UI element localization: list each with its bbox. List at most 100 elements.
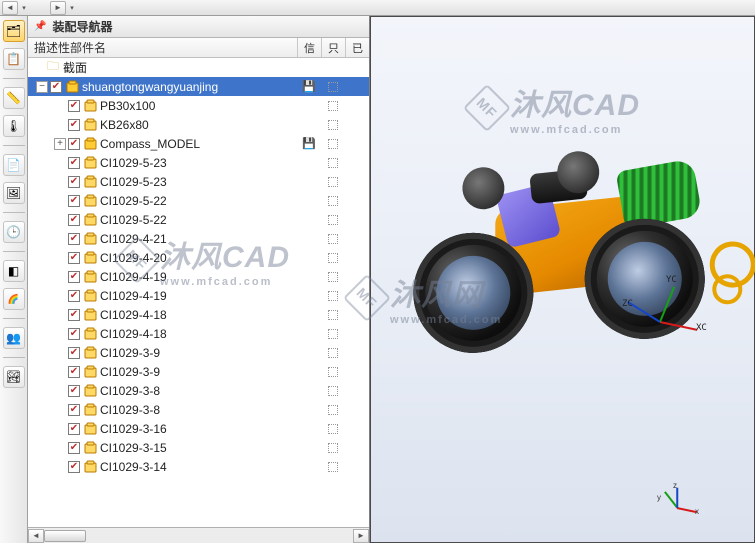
visibility-checkbox[interactable]: ✔ [68,290,80,302]
tree-hscrollbar[interactable]: ◄ ► [28,527,369,543]
visibility-checkbox[interactable]: ✔ [68,328,80,340]
component-icon [83,118,97,132]
tab-history[interactable]: 🕒 [3,221,25,243]
visibility-checkbox[interactable]: ✔ [68,309,80,321]
tab-assembly-navigator[interactable]: 🗂 [3,20,25,42]
tree-row[interactable]: ✔CI1029-5-23 [28,172,369,191]
tree-label: shuangtongwangyuanjing [82,80,297,94]
visibility-checkbox[interactable]: ✔ [68,252,80,264]
tree-row[interactable]: ✔CI1029-3-8 [28,381,369,400]
column-loaded[interactable]: 已 [345,38,369,57]
tab-color-bar[interactable]: 🌈 [3,288,25,310]
separator [3,251,25,252]
readonly-cell [321,443,345,453]
tree-view[interactable]: 🗀截面−✔shuangtongwangyuanjing💾✔PB30x100✔KB… [28,58,369,527]
tree-row[interactable]: ✔CI1029-4-19 [28,267,369,286]
component-icon [83,460,97,474]
component-icon [83,289,97,303]
visibility-checkbox[interactable]: ✔ [68,461,80,473]
tree-row[interactable]: ✔CI1029-3-8 [28,400,369,419]
visibility-checkbox[interactable]: ✔ [68,442,80,454]
tab-roles[interactable]: 👥 [3,327,25,349]
tree-label: CI1029-4-21 [100,232,297,246]
visibility-checkbox[interactable]: ✔ [68,176,80,188]
hscroll-track[interactable] [44,529,353,543]
hscroll-right[interactable]: ► [353,529,369,543]
tree-row[interactable]: ✔PB30x100 [28,96,369,115]
pin-icon[interactable]: 📌 [34,21,46,32]
visibility-checkbox[interactable]: ✔ [68,385,80,397]
tab-scroll-right-menu[interactable]: ▾ [66,1,78,15]
axis-y[interactable] [659,286,675,322]
assembly-icon [83,137,97,151]
hscroll-left[interactable]: ◄ [28,529,44,543]
readonly-cell [321,139,345,149]
tree-row[interactable]: ✔CI1029-5-23 [28,153,369,172]
tree-row[interactable]: ✔ KB26x80 [28,115,369,134]
component-icon [83,213,97,227]
tree-row[interactable]: −✔shuangtongwangyuanjing💾 [28,77,369,96]
tab-scroll-left-menu[interactable]: ▾ [18,1,30,15]
tree-row-section[interactable]: 🗀截面 [28,58,369,77]
visibility-checkbox[interactable]: ✔ [68,119,80,131]
visibility-checkbox[interactable]: ✔ [50,81,62,93]
tree-row[interactable]: ✔ CI1029-5-22 [28,210,369,229]
visibility-checkbox[interactable]: ✔ [68,157,80,169]
model-lens-l [433,252,514,333]
tree-row[interactable]: ✔CI1029-3-14 [28,457,369,476]
visibility-checkbox[interactable]: ✔ [68,233,80,245]
tab-sheet[interactable]: 📄 [3,154,25,176]
navigator-columns: 描述性部件名 信 只 已 [28,38,369,58]
visibility-checkbox[interactable]: ✔ [68,138,80,150]
visibility-checkbox[interactable]: ✔ [68,214,80,226]
tree-row[interactable]: ✔ CI1029-4-21 [28,229,369,248]
visibility-checkbox[interactable]: ✔ [68,366,80,378]
tree-row[interactable]: ✔CI1029-4-18 [28,305,369,324]
tree-row[interactable]: ✔ CI1029-4-20 [28,248,369,267]
tree-row[interactable]: ✔CI1029-3-15 [28,438,369,457]
column-readonly[interactable]: 只 [321,38,345,57]
tab-image[interactable]: 🏞 [3,366,25,388]
tree-row[interactable]: ✔CI1029-3-16 [28,419,369,438]
component-icon [83,365,97,379]
tab-render[interactable]: 🖼 [3,182,25,204]
visibility-checkbox[interactable]: ✔ [68,404,80,416]
visibility-checkbox[interactable]: ✔ [68,195,80,207]
tree-label: CI1029-5-22 [100,213,297,227]
expand-toggle[interactable]: − [36,81,48,93]
visibility-checkbox[interactable]: ✔ [68,347,80,359]
visibility-checkbox[interactable]: ✔ [68,423,80,435]
tree-row[interactable]: +✔Compass_MODEL💾 [28,134,369,153]
readonly-cell [321,253,345,263]
tab-shade[interactable]: ◧ [3,260,25,282]
tab-constraint[interactable]: 📏 [3,87,25,109]
tab-part-navigator[interactable]: 📋 [3,48,25,70]
tree-row[interactable]: ✔CI1029-3-9 [28,343,369,362]
tree-label: CI1029-4-19 [100,289,297,303]
tree-label: KB26x80 [100,118,297,132]
tree-row[interactable]: ✔CI1029-4-18 [28,324,369,343]
readonly-cell [321,348,345,358]
wcs-triad[interactable]: XC YC ZC [620,281,700,361]
readonly-cell [321,120,345,130]
tab-scroll-left[interactable]: ◄ [2,1,18,15]
tree-label: CI1029-4-20 [100,251,297,265]
tree-row[interactable]: ✔CI1029-5-22 [28,191,369,210]
axis-x[interactable] [660,321,698,331]
column-info[interactable]: 信 [297,38,321,57]
graphics-viewport[interactable]: XC YC ZC x y z [370,16,755,543]
tree-row[interactable]: ✔ CI1029-4-19 [28,286,369,305]
tree-label: 截面 [63,59,297,76]
folder-icon: 🗀 [46,61,60,75]
hscroll-thumb[interactable] [44,530,86,542]
tab-scroll-right[interactable]: ► [50,1,66,15]
visibility-checkbox[interactable]: ✔ [68,271,80,283]
tree-label: CI1029-3-9 [100,365,297,379]
tab-thermo[interactable]: 🌡 [3,115,25,137]
component-icon [83,327,97,341]
expand-toggle[interactable]: + [54,138,66,150]
visibility-checkbox[interactable]: ✔ [68,100,80,112]
component-icon [83,194,97,208]
tree-row[interactable]: ✔ CI1029-3-9 [28,362,369,381]
column-name[interactable]: 描述性部件名 [28,38,297,57]
